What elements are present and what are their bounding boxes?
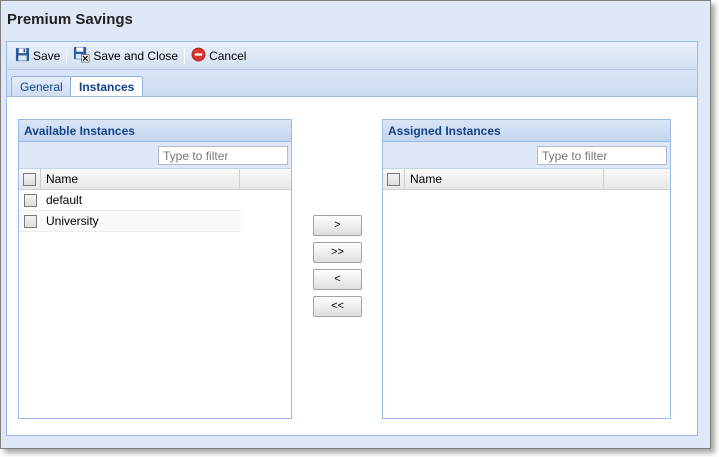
available-filter-bar (19, 142, 291, 169)
tab-strip: General Instances (6, 69, 698, 99)
move-selected-right-button[interactable]: > (313, 215, 362, 236)
available-name-column-header[interactable]: Name (41, 169, 240, 189)
save-and-close-button[interactable]: Save and Close (70, 45, 181, 67)
window-title: Premium Savings (7, 11, 133, 28)
instance-name: default (46, 193, 83, 207)
cancel-button[interactable]: Cancel (188, 45, 249, 67)
available-filter-input[interactable] (158, 146, 288, 165)
save-close-icon (73, 46, 90, 66)
move-selected-left-button[interactable]: < (313, 269, 362, 290)
assigned-instances-grid: Assigned Instances Name (382, 119, 671, 419)
move-all-right-button[interactable]: >> (313, 242, 362, 263)
available-select-all-checkbox[interactable] (23, 172, 36, 186)
instance-name: University (46, 214, 99, 228)
available-instances-title: Available Instances (19, 120, 291, 142)
save-label: Save (33, 48, 61, 63)
row-checkbox[interactable] (23, 214, 37, 228)
save-and-close-label: Save and Close (93, 48, 179, 63)
toolbar-separator (66, 47, 68, 64)
dialog-window: Premium Savings Save Save and Close Canc… (0, 0, 711, 449)
assigned-filter-bar (383, 142, 670, 169)
assigned-column-header: Name (383, 169, 670, 190)
save-button[interactable]: Save (12, 45, 63, 67)
available-column-header: Name (19, 169, 291, 190)
assigned-name-column-header[interactable]: Name (405, 169, 604, 189)
toolbar: Save Save and Close Cancel (6, 41, 698, 69)
assigned-select-all-checkbox[interactable] (387, 172, 400, 186)
tab-general[interactable]: General (11, 76, 72, 98)
cancel-label: Cancel (209, 48, 247, 63)
row-checkbox[interactable] (23, 193, 37, 207)
available-instances-grid: Available Instances Name default Univers… (18, 119, 292, 419)
move-all-left-button[interactable]: << (313, 296, 362, 317)
assigned-select-all-cell (383, 169, 405, 189)
floppy-disk-icon (15, 47, 30, 65)
table-row[interactable]: University (19, 211, 241, 232)
table-row[interactable]: default (19, 190, 241, 211)
assigned-instances-title: Assigned Instances (383, 120, 670, 142)
instances-panel: Available Instances Name default Univers… (6, 96, 698, 436)
assigned-filter-input[interactable] (537, 146, 667, 165)
toolbar-separator (184, 47, 186, 64)
available-select-all-cell (19, 169, 41, 189)
cancel-icon (191, 47, 206, 65)
